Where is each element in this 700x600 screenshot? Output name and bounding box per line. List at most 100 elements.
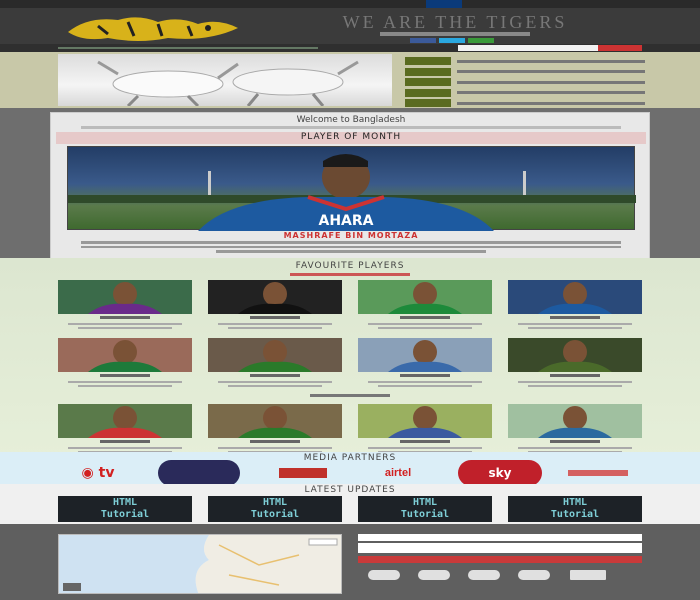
player-photo — [508, 338, 642, 372]
player-desc — [78, 327, 172, 329]
news-ticker-bar — [0, 44, 700, 52]
top-nav-bar — [0, 0, 700, 8]
nav-item-6[interactable] — [616, 0, 652, 8]
player-photo — [58, 404, 192, 438]
media-logo-1[interactable]: ◉ tv — [58, 460, 138, 486]
player-card[interactable] — [508, 338, 642, 393]
site-title: WE ARE THE TIGERS — [342, 12, 568, 32]
contact-message-input[interactable] — [358, 543, 642, 553]
media-logo-6[interactable] — [563, 460, 633, 486]
player-photo — [58, 338, 192, 372]
player-photo — [508, 280, 642, 314]
player-card[interactable] — [58, 404, 192, 459]
player-card[interactable] — [208, 280, 342, 335]
media-logo-2[interactable] — [158, 460, 240, 486]
location-map[interactable] — [58, 534, 342, 594]
welcome-subtext — [81, 126, 621, 129]
player-card[interactable] — [58, 280, 192, 335]
news-item[interactable] — [405, 67, 645, 77]
player-desc — [218, 381, 332, 383]
featured-player-description — [81, 241, 621, 255]
players-subheading — [290, 273, 410, 276]
social-button-5[interactable] — [570, 570, 606, 580]
news-item[interactable] — [405, 88, 645, 98]
media-logo-4[interactable]: airtel — [358, 460, 438, 486]
player-desc — [228, 385, 322, 387]
media-logo-3[interactable] — [273, 460, 333, 486]
featured-player-name: MASHRAFE BIN MORTAZA — [283, 231, 419, 240]
player-card[interactable] — [58, 338, 192, 393]
facebook-icon[interactable] — [410, 38, 436, 43]
player-desc — [68, 447, 182, 449]
media-logo-5[interactable]: sky — [458, 460, 542, 486]
player-name — [358, 439, 492, 445]
featured-player-photo: AHARA — [67, 146, 636, 231]
search-input[interactable] — [458, 45, 598, 51]
welcome-card: Welcome to Bangladesh PLAYER OF MONTH AH… — [50, 112, 650, 260]
hero-image — [58, 54, 392, 106]
nav-item-7[interactable] — [654, 0, 690, 8]
player-desc — [518, 381, 632, 383]
player-desc — [228, 327, 322, 329]
nav-item-2[interactable] — [464, 0, 500, 8]
twitter-icon[interactable] — [439, 38, 465, 43]
contact-name-input[interactable] — [358, 534, 642, 541]
player-desc — [218, 323, 332, 325]
top-nav — [426, 0, 690, 8]
player-card[interactable] — [508, 404, 642, 459]
player-desc — [368, 447, 482, 449]
news-item[interactable] — [405, 98, 645, 108]
tiger-logo[interactable] — [58, 12, 248, 44]
player-name — [208, 373, 342, 379]
player-desc — [518, 447, 632, 449]
player-photo — [358, 280, 492, 314]
update-card[interactable]: HTML Tutorial — [358, 496, 492, 522]
player-desc — [528, 385, 622, 387]
update-card[interactable]: HTML Tutorial — [58, 496, 192, 522]
player-card[interactable] — [358, 338, 492, 393]
player-desc — [368, 381, 482, 383]
player-name — [358, 315, 492, 321]
player-desc — [378, 385, 472, 387]
share-icon[interactable] — [468, 38, 494, 43]
player-card[interactable] — [358, 404, 492, 459]
hero-section — [0, 52, 700, 108]
social-button-1[interactable] — [368, 570, 400, 580]
update-card[interactable]: HTML Tutorial — [508, 496, 642, 522]
send-button[interactable] — [358, 556, 642, 563]
player-card[interactable] — [358, 280, 492, 335]
player-desc — [68, 381, 182, 383]
player-card[interactable] — [208, 404, 342, 459]
latest-updates-section: LATEST UPDATES HTML Tutorial HTML Tutorial… — [0, 484, 700, 524]
hero-news-list — [405, 56, 645, 109]
player-photo — [208, 338, 342, 372]
nav-item-4[interactable] — [540, 0, 576, 8]
player-card[interactable] — [508, 280, 642, 335]
player-name — [58, 373, 192, 379]
player-desc — [218, 447, 332, 449]
welcome-heading: Welcome to Bangladesh — [296, 115, 406, 125]
player-name — [508, 373, 642, 379]
nav-item-3[interactable] — [502, 0, 538, 8]
player-desc — [378, 327, 472, 329]
player-name — [358, 373, 492, 379]
update-card[interactable]: HTML Tutorial — [208, 496, 342, 522]
nav-item-5[interactable] — [578, 0, 614, 8]
player-photo — [208, 404, 342, 438]
player-card[interactable] — [208, 338, 342, 393]
social-button-2[interactable] — [418, 570, 450, 580]
player-desc — [518, 323, 632, 325]
social-button-4[interactable] — [518, 570, 550, 580]
social-links — [410, 38, 494, 43]
player-name — [58, 439, 192, 445]
news-item[interactable] — [405, 56, 645, 66]
player-photo — [358, 404, 492, 438]
site-subtitle — [380, 32, 530, 36]
news-item[interactable] — [405, 77, 645, 87]
footer — [0, 524, 700, 600]
jersey-text: AHARA — [318, 213, 373, 229]
search-button[interactable] — [598, 45, 642, 51]
nav-item-1[interactable] — [426, 0, 462, 8]
social-button-3[interactable] — [468, 570, 500, 580]
player-name — [58, 315, 192, 321]
